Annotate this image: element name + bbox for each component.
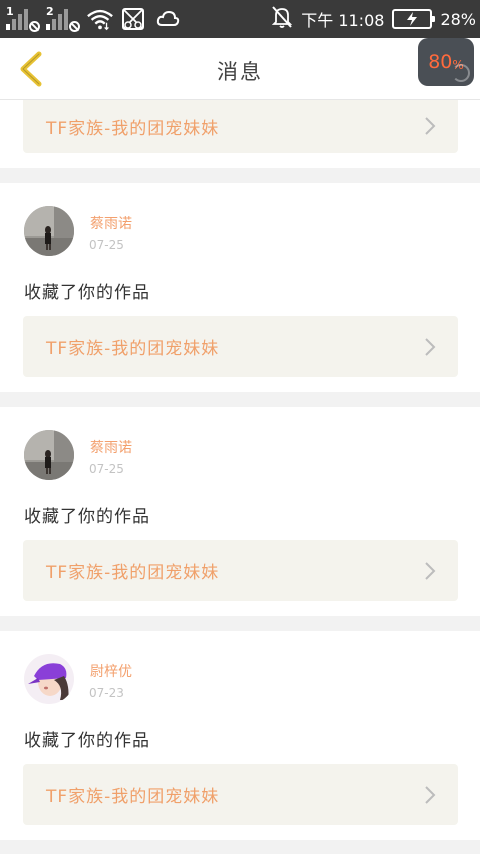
- memory-boost-button[interactable]: 80 %: [418, 38, 474, 86]
- work-title: TF家族-我的团宠妹妹: [46, 119, 220, 139]
- username[interactable]: 蔡雨诺: [90, 437, 132, 457]
- cloud-icon: [154, 6, 182, 32]
- sim1-label: 1: [6, 5, 14, 18]
- app-header: 消息 80 %: [0, 38, 480, 100]
- work-link[interactable]: TF家族-我的团宠妹妹: [23, 540, 458, 601]
- chevron-right-icon: [425, 117, 436, 135]
- work-title: TF家族-我的团宠妹妹: [46, 563, 220, 583]
- message-card: 蔡雨诺 07-25 收藏了你的作品 TF家族-我的团宠妹妹: [0, 407, 480, 616]
- battery-percent: 28%: [440, 9, 476, 29]
- message-card: 蔡雨诺 07-25 收藏了你的作品 TF家族-我的团宠妹妹: [0, 183, 480, 392]
- work-title: TF家族-我的团宠妹妹: [46, 787, 220, 807]
- username[interactable]: 尉梓优: [90, 661, 132, 681]
- action-text: 收藏了你的作品: [24, 507, 150, 527]
- work-link[interactable]: TF家族-我的团宠妹妹: [23, 316, 458, 377]
- avatar[interactable]: [24, 206, 74, 256]
- message-date: 07-23: [89, 686, 124, 700]
- avatar[interactable]: [24, 430, 74, 480]
- chevron-right-icon: [425, 562, 436, 580]
- page-title: 消息: [217, 60, 263, 84]
- action-text: 收藏了你的作品: [24, 283, 150, 303]
- work-title: TF家族-我的团宠妹妹: [46, 339, 220, 359]
- message-date: 07-25: [89, 238, 124, 252]
- sim2-label: 2: [46, 5, 54, 18]
- alarm-off-icon: [271, 5, 293, 33]
- no-sim-icon: [120, 6, 148, 32]
- boost-value: 80: [428, 51, 453, 73]
- message-card: TF家族-我的团宠妹妹: [0, 100, 480, 168]
- wifi-icon: [86, 6, 114, 32]
- work-link[interactable]: TF家族-我的团宠妹妹: [23, 764, 458, 825]
- username[interactable]: 蔡雨诺: [90, 213, 132, 233]
- chevron-right-icon: [425, 786, 436, 804]
- refresh-ring-icon: [452, 64, 470, 82]
- status-bar: 1 2 下午 11:08 28%: [0, 0, 480, 38]
- work-link[interactable]: TF家族-我的团宠妹妹: [23, 100, 458, 153]
- avatar[interactable]: [24, 654, 74, 704]
- clock-time: 下午 11:08: [301, 11, 385, 30]
- signal-sim2-icon: 2: [46, 5, 80, 32]
- battery-icon: [392, 9, 436, 29]
- signal-sim1-icon: 1: [6, 5, 40, 32]
- chevron-right-icon: [425, 338, 436, 356]
- action-text: 收藏了你的作品: [24, 731, 150, 751]
- message-date: 07-25: [89, 462, 124, 476]
- message-card: 尉梓优 07-23 收藏了你的作品 TF家族-我的团宠妹妹: [0, 631, 480, 840]
- message-feed[interactable]: TF家族-我的团宠妹妹 蔡雨诺 07-25 收藏了你的作品 TF家族-我的团宠妹…: [0, 100, 480, 840]
